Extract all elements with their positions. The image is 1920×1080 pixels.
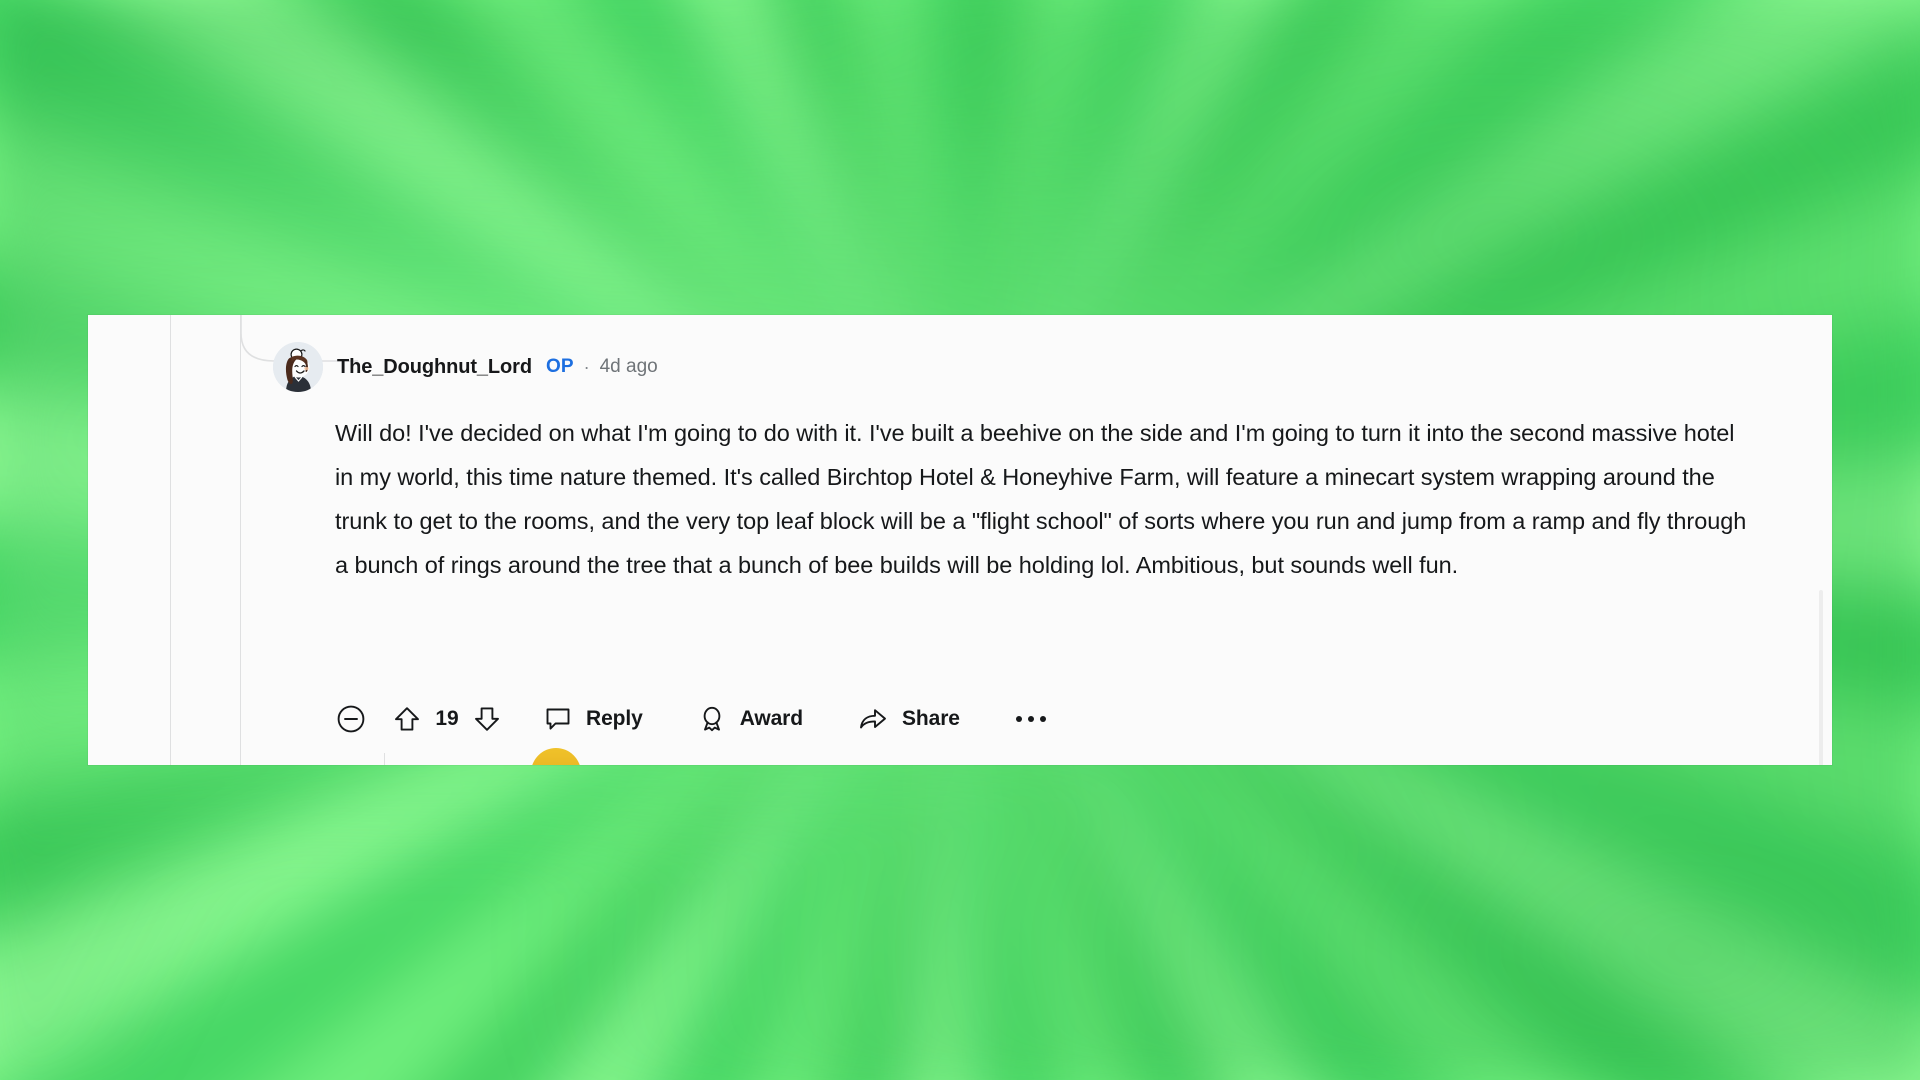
comment-body-text: Will do! I've decided on what I'm going … — [335, 420, 1747, 578]
comment-card: The_Doughnut_Lord OP · 4d ago Will do! I… — [88, 315, 1832, 765]
op-badge: OP — [545, 356, 574, 377]
overflow-dot-2 — [1027, 716, 1034, 722]
share-button[interactable]: Share — [858, 699, 960, 739]
reply-label: Reply — [586, 707, 643, 730]
minus-circle-icon — [337, 705, 365, 733]
thread-line-level-1[interactable] — [170, 315, 171, 765]
meta-separator: · — [583, 356, 590, 377]
thread-line-collapse[interactable] — [384, 753, 385, 765]
award-button[interactable]: Award — [698, 699, 803, 739]
next-comment-avatar-peek[interactable] — [531, 748, 581, 765]
vote-count: 19 — [435, 707, 459, 730]
overflow-dot-1 — [1015, 716, 1022, 722]
downvote-button[interactable] — [474, 699, 500, 739]
award-label: Award — [739, 707, 803, 730]
share-arrow-icon — [860, 709, 886, 729]
vote-group: 19 — [394, 699, 500, 739]
award-ribbon-icon — [703, 706, 721, 732]
comment-header: The_Doughnut_Lord OP · 4d ago — [273, 342, 658, 392]
comment-action-bar: 19 Reply Award Share — [336, 697, 1050, 741]
share-label: Share — [902, 707, 960, 730]
overflow-dot-3 — [1039, 716, 1046, 722]
scrollbar-thumb[interactable] — [1819, 590, 1823, 765]
timestamp[interactable]: 4d ago — [600, 356, 658, 378]
snoo-avatar-art — [273, 342, 323, 392]
downvote-arrow-icon — [475, 707, 499, 731]
thread-line-level-2[interactable] — [240, 315, 241, 765]
upvote-button[interactable] — [394, 699, 420, 739]
collapse-thread-button[interactable] — [336, 699, 366, 739]
more-options-button[interactable] — [1012, 699, 1050, 739]
username[interactable]: The_Doughnut_Lord — [337, 356, 532, 379]
avatar[interactable] — [273, 342, 323, 392]
reply-button[interactable]: Reply — [544, 699, 643, 739]
upvote-arrow-icon — [395, 707, 419, 731]
comment-bubble-icon — [546, 708, 570, 730]
